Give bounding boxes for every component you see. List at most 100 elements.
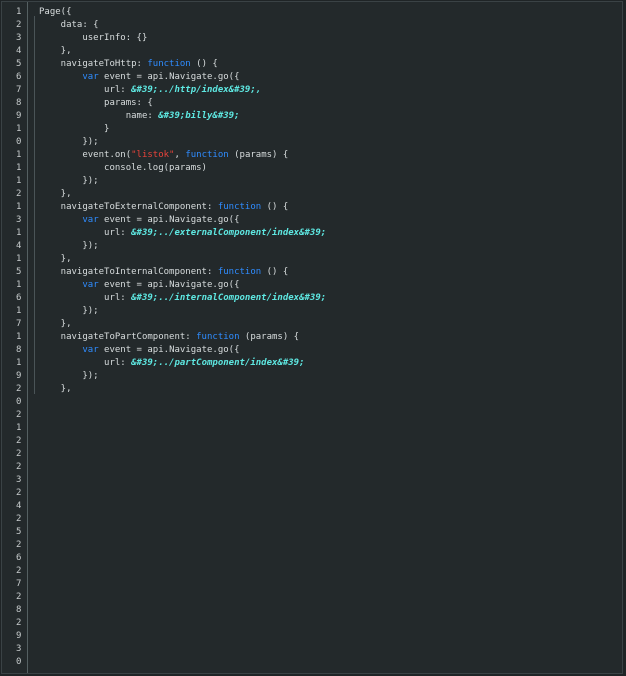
- line-number: 4: [16, 241, 22, 251]
- line-number: 1: [16, 254, 22, 264]
- code-token: event = api.Navigate.go({: [98, 215, 240, 225]
- line-number: 8: [16, 98, 22, 108]
- code-token: });: [39, 137, 99, 147]
- line-number: 2: [16, 189, 22, 199]
- entity-token: &#39;billy&#39;: [158, 111, 240, 121]
- line-number: 2: [16, 540, 22, 550]
- line-number: 4: [16, 46, 22, 56]
- line-number: 2: [16, 20, 22, 30]
- line-number: 5: [16, 267, 22, 277]
- code-token: event.on(: [39, 150, 132, 160]
- indent-guide: [34, 16, 35, 394]
- code-token: () {: [261, 267, 289, 277]
- code-token: url:: [39, 358, 132, 368]
- code-line: url: &#39;../partComponent/index&#39;: [39, 357, 618, 370]
- code-token: },: [39, 189, 72, 199]
- line-number: 1: [16, 150, 22, 160]
- code-line: },: [39, 383, 618, 396]
- line-number-gutter: 1234567891011121314151617181920212223242…: [2, 2, 28, 673]
- code-line: event.on("listok", function (params) {: [39, 149, 618, 162]
- line-number: 2: [16, 410, 22, 420]
- line-number: 5: [16, 527, 22, 537]
- line-number: 7: [16, 319, 22, 329]
- code-editor[interactable]: 1234567891011121314151617181920212223242…: [1, 1, 623, 674]
- line-number: 3: [16, 475, 22, 485]
- keyword-token: var: [82, 280, 99, 290]
- line-number: 7: [16, 85, 22, 95]
- code-line: });: [39, 175, 618, 188]
- code-token: (params) {: [228, 150, 289, 160]
- code-token: name:: [39, 111, 159, 121]
- entity-token: &#39;../http/index&#39;,: [131, 85, 262, 95]
- code-line: var event = api.Navigate.go({: [39, 279, 618, 292]
- code-token: url:: [39, 228, 132, 238]
- code-token: });: [39, 176, 99, 186]
- line-number: 2: [16, 462, 22, 472]
- code-token: userInfo: {}: [39, 33, 148, 43]
- code-line: url: &#39;../externalComponent/index&#39…: [39, 227, 618, 240]
- line-number: 1: [16, 332, 22, 342]
- code-line: }: [39, 123, 618, 136]
- line-number: 0: [16, 137, 22, 147]
- line-number: 3: [16, 644, 22, 654]
- code-token: }: [39, 124, 110, 134]
- line-number: 0: [16, 397, 22, 407]
- line-number: 1: [16, 163, 22, 173]
- code-line: },: [39, 45, 618, 58]
- line-number: 1: [16, 7, 22, 17]
- line-number: 2: [16, 449, 22, 459]
- code-line: navigateToExternalComponent: function ()…: [39, 201, 618, 214]
- entity-token: &#39;../partComponent/index&#39;: [131, 358, 305, 368]
- code-line: userInfo: {}: [39, 32, 618, 45]
- code-token: event = api.Navigate.go({: [98, 280, 240, 290]
- keyword-token: function: [217, 202, 262, 212]
- code-token: },: [39, 254, 72, 264]
- line-number: 2: [16, 592, 22, 602]
- code-line: });: [39, 136, 618, 149]
- code-line: var event = api.Navigate.go({: [39, 214, 618, 227]
- code-token: },: [39, 384, 72, 394]
- line-number: 2: [16, 488, 22, 498]
- keyword-token: function: [185, 150, 229, 160]
- keyword-token: var: [82, 215, 99, 225]
- line-number: 1: [16, 423, 22, 433]
- code-line: });: [39, 240, 618, 253]
- line-number: 1: [16, 306, 22, 316]
- line-number: 3: [16, 33, 22, 43]
- code-token: navigateToExternalComponent:: [39, 202, 218, 212]
- code-token: ,: [174, 150, 186, 160]
- line-number: 2: [16, 436, 22, 446]
- line-number: 9: [16, 631, 22, 641]
- code-token: navigateToPartComponent:: [39, 332, 197, 342]
- code-line: url: &#39;../http/index&#39;,: [39, 84, 618, 97]
- line-number: 1: [16, 280, 22, 290]
- code-token: Page({: [39, 7, 72, 17]
- line-number: 8: [16, 345, 22, 355]
- code-line: },: [39, 188, 618, 201]
- line-number: 6: [16, 553, 22, 563]
- code-token: console.log(params): [39, 163, 207, 173]
- line-number: 2: [16, 618, 22, 628]
- line-number: 2: [16, 514, 22, 524]
- code-line: data: {: [39, 19, 618, 32]
- code-token: });: [39, 306, 99, 316]
- code-token: navigateToInternalComponent:: [39, 267, 218, 277]
- line-number: 1: [16, 228, 22, 238]
- code-token: params: {: [39, 98, 153, 108]
- code-token: });: [39, 371, 99, 381]
- line-number: 0: [16, 657, 22, 667]
- line-number: 8: [16, 605, 22, 615]
- code-line: var event = api.Navigate.go({: [39, 71, 618, 84]
- code-area[interactable]: Page({ data: { userInfo: {} }, navigateT…: [39, 6, 618, 396]
- entity-token: &#39;../internalComponent/index&#39;: [131, 293, 327, 303]
- line-number: 7: [16, 579, 22, 589]
- code-token: data: {: [39, 20, 99, 30]
- line-number: 1: [16, 176, 22, 186]
- line-number: 2: [16, 566, 22, 576]
- code-line: });: [39, 370, 618, 383]
- line-number: 6: [16, 72, 22, 82]
